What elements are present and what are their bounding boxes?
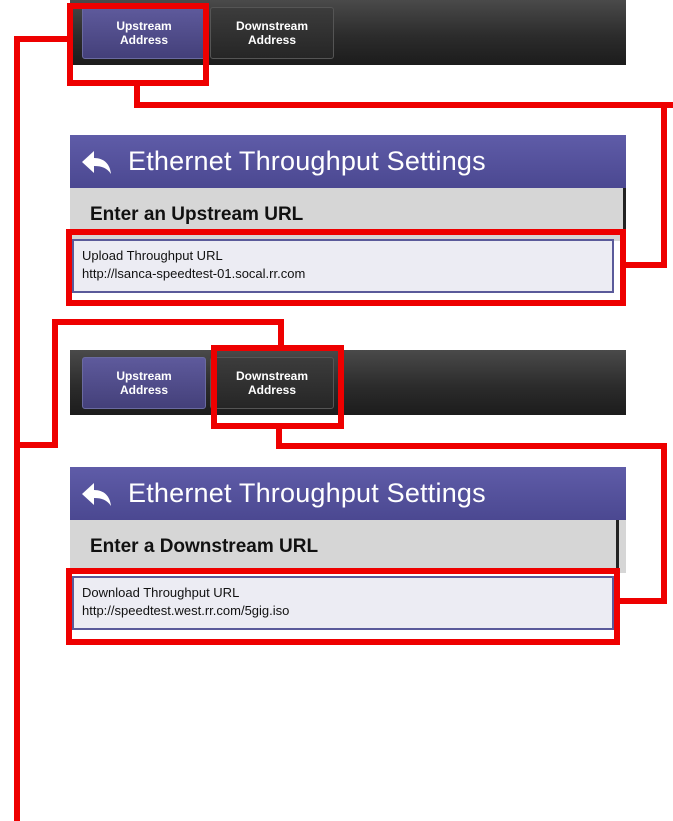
annotation-box-downstream-tab — [211, 345, 344, 429]
downstream-subheader: Enter a Downstream URL — [70, 520, 626, 573]
back-arrow-icon[interactable] — [78, 476, 114, 512]
back-arrow-icon[interactable] — [78, 144, 114, 180]
tab-upstream-address-2[interactable]: Upstream Address — [82, 357, 206, 409]
upstream-panel-header: Ethernet Throughput Settings — [70, 135, 626, 188]
downstream-subtitle: Enter a Downstream URL — [90, 535, 319, 557]
annotation-line — [661, 102, 667, 268]
annotation-line — [624, 262, 667, 268]
tab-downstream-address[interactable]: Downstream Address — [210, 7, 334, 59]
annotation-box-upstream-tab — [67, 3, 209, 86]
downstream-panel-header: Ethernet Throughput Settings — [70, 467, 626, 520]
upstream-subtitle: Enter an Upstream URL — [90, 203, 304, 225]
annotation-line — [52, 319, 284, 325]
annotation-line — [618, 598, 667, 604]
annotation-line — [276, 443, 667, 449]
annotation-box-upload-url — [66, 229, 626, 306]
page-title: Ethernet Throughput Settings — [128, 146, 486, 176]
annotation-box-download-url — [66, 568, 620, 645]
page-title: Ethernet Throughput Settings — [128, 478, 486, 508]
annotation-line — [14, 36, 20, 821]
annotation-line — [134, 102, 673, 108]
annotation-line — [14, 36, 70, 42]
annotation-line — [52, 319, 58, 448]
tab-bar-bottom: Upstream Address Downstream Address — [70, 350, 626, 415]
annotation-line — [661, 443, 667, 604]
annotation-line — [278, 319, 284, 350]
